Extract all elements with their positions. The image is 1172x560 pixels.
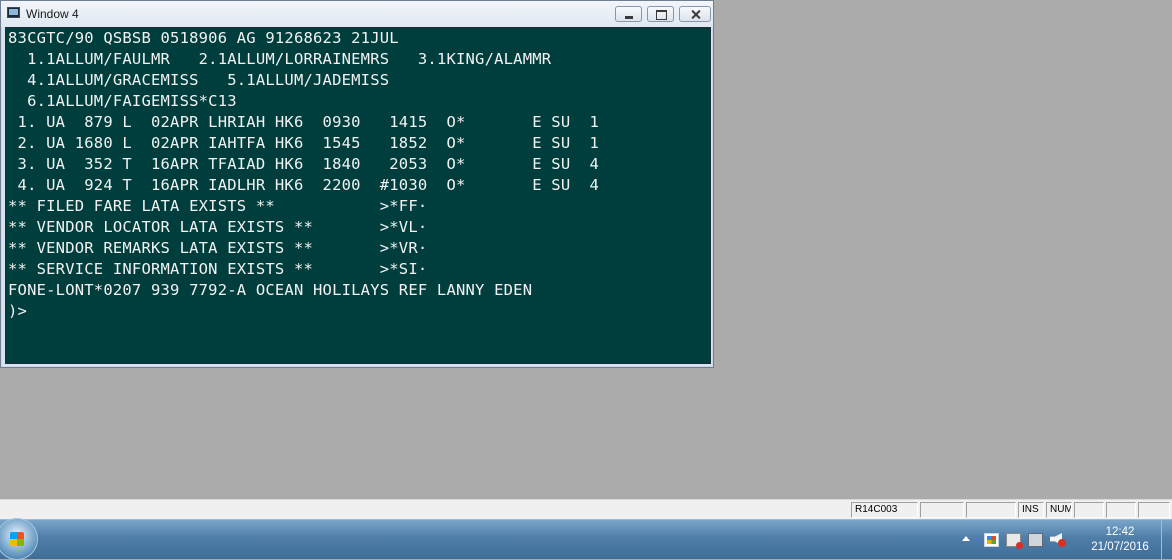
show-desktop-button[interactable]: [1161, 520, 1172, 559]
taskbar: 12:42 21/07/2016: [0, 518, 1172, 560]
terminal-line-phone: FONE-LONT*0207 939 7792-A OCEAN HOLILAYS…: [8, 281, 533, 299]
system-tray: 12:42 21/07/2016: [942, 520, 1172, 559]
terminal-screen[interactable]: 83CGTC/90 QSBSB 0518906 AG 91268623 21JU…: [5, 27, 711, 364]
terminal-line-segment-1: 1. UA 879 L 02APR LHRIAH HK6 0930 1415 O…: [8, 113, 599, 131]
display-icon[interactable]: [1028, 533, 1043, 547]
start-button[interactable]: [0, 518, 38, 560]
terminal-line-names-2: 4.1ALLUM/GRACEMISS 5.1ALLUM/JADEMISS: [8, 71, 390, 89]
status-cell-empty-5: [1138, 502, 1170, 518]
terminal-line-service: ** SERVICE INFORMATION EXISTS ** >*SI·: [8, 260, 428, 278]
clock-time: 12:42: [1105, 526, 1135, 538]
terminal-line-names-1: 1.1ALLUM/FAULMR 2.1ALLUM/LORRAINEMRS 3.1…: [8, 50, 552, 68]
clock-date: 21/07/2016: [1091, 541, 1149, 553]
close-button[interactable]: [679, 6, 711, 22]
terminal-line-names-3: 6.1ALLUM/FAIGEMISS*C13: [8, 92, 237, 110]
terminal-app-icon: [7, 7, 20, 18]
status-num: NUM: [1046, 502, 1072, 518]
action-center-flag-icon[interactable]: [984, 533, 999, 547]
volume-muted-icon: [1058, 539, 1066, 547]
status-cell-empty-1: [920, 502, 964, 518]
terminal-line-header: 83CGTC/90 QSBSB 0518906 AG 91268623 21JU…: [8, 29, 399, 47]
terminal-prompt[interactable]: )>: [8, 301, 27, 322]
title-bar[interactable]: Window 4: [1, 1, 713, 27]
terminal-line-segment-3: 3. UA 352 T 16APR TFAIAD HK6 1840 2053 O…: [8, 155, 599, 173]
status-cell-empty-3: [1074, 502, 1104, 518]
terminal-line-segment-4: 4. UA 924 T 16APR IADLHR HK6 2200 #1030 …: [8, 176, 599, 194]
status-bar: R14C003 INS NUM: [0, 499, 1172, 520]
terminal-line-locator: ** VENDOR LOCATOR LATA EXISTS ** >*VL·: [8, 218, 428, 236]
minimize-button[interactable]: [615, 6, 642, 22]
status-cursor-position: R14C003: [851, 502, 918, 518]
terminal-line-fare: ** FILED FARE LATA EXISTS ** >*FF·: [8, 197, 428, 215]
clock[interactable]: 12:42 21/07/2016: [1080, 525, 1160, 555]
terminal-line-remarks: ** VENDOR REMARKS LATA EXISTS ** >*VR·: [8, 239, 428, 257]
show-hidden-icons-icon[interactable]: [962, 536, 970, 541]
status-cell-empty-2: [966, 502, 1016, 518]
maximize-button[interactable]: [647, 6, 674, 22]
window-title: Window 4: [26, 7, 79, 21]
terminal-window[interactable]: Window 4 83CGTC/90 QSBSB 0518906 AG 9126…: [0, 0, 714, 368]
terminal-line-segment-2: 2. UA 1680 L 02APR IAHTFA HK6 1545 1852 …: [8, 134, 599, 152]
status-ins: INS: [1018, 502, 1044, 518]
status-cell-empty-4: [1106, 502, 1136, 518]
network-icon[interactable]: [1006, 533, 1023, 549]
